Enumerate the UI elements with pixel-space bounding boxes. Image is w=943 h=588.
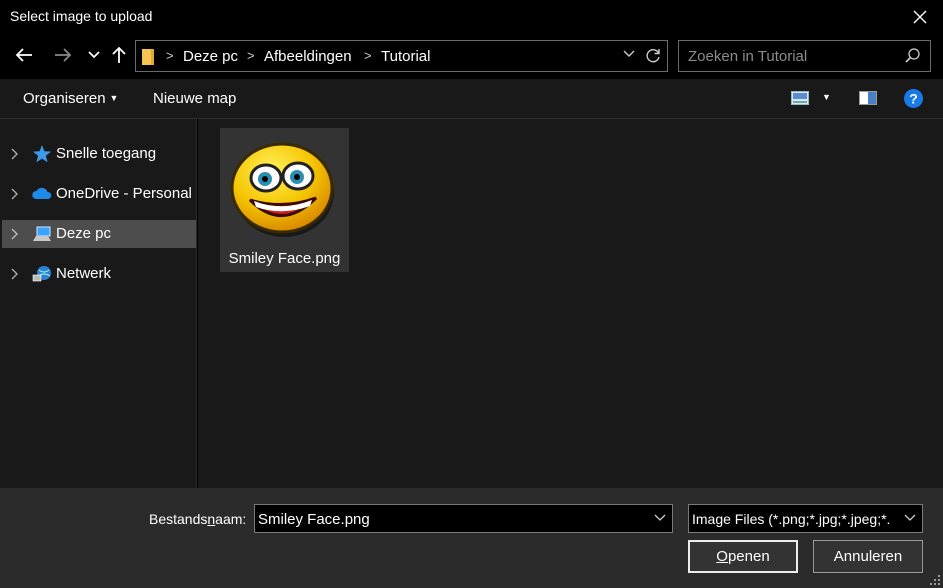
chevron-down-icon [88, 51, 100, 59]
breadcrumb-separator-icon: > [166, 48, 174, 63]
open-button[interactable]: Openen [688, 540, 798, 573]
breadcrumb-separator-icon: > [364, 48, 372, 63]
caret-down-icon: ▼ [109, 93, 119, 103]
help-button[interactable]: ? [904, 89, 923, 112]
preview-pane-icon [859, 91, 877, 105]
search-input[interactable] [688, 48, 898, 65]
file-type-select[interactable]: Image Files (*.png;*.jpg;*.jpeg;*. [688, 504, 923, 533]
view-dropdown-icon[interactable]: ▼ [822, 92, 831, 102]
search-box[interactable] [678, 40, 931, 72]
title-bar: Select image to upload [0, 0, 943, 33]
file-list-view: Smiley Face.png [198, 119, 943, 488]
chevron-right-icon[interactable] [11, 188, 19, 200]
sidebar-item-onedrive[interactable]: OneDrive - Personal [2, 180, 196, 208]
navigation-pane: Snelle toegang OneDrive - Personal Deze … [0, 119, 197, 488]
window-title: Select image to upload [10, 8, 153, 24]
recent-locations-button[interactable] [82, 43, 106, 67]
filename-input[interactable] [258, 511, 638, 528]
breadcrumb-tutorial[interactable]: Tutorial [381, 48, 430, 65]
resize-grip-icon[interactable] [929, 574, 941, 586]
address-bar[interactable]: > Deze pc > Afbeeldingen > Tutorial [135, 40, 668, 72]
chevron-down-icon[interactable] [654, 514, 666, 522]
chevron-right-icon[interactable] [11, 268, 19, 280]
cloud-icon [32, 187, 52, 199]
address-dropdown-icon[interactable] [623, 50, 635, 58]
file-item[interactable]: Smiley Face.png [220, 128, 349, 272]
forward-button[interactable] [51, 43, 75, 67]
sidebar-item-quick-access[interactable]: Snelle toegang [2, 140, 196, 168]
sidebar-item-label: Deze pc [56, 225, 112, 242]
breadcrumb-afbeeldingen[interactable]: Afbeeldingen [264, 48, 352, 65]
folder-icon [142, 49, 154, 65]
file-name-label: Smiley Face.png [228, 250, 341, 267]
chevron-right-icon[interactable] [11, 228, 19, 240]
svg-text:?: ? [909, 91, 918, 107]
cancel-button[interactable]: Annuleren [813, 540, 923, 573]
search-icon [905, 48, 920, 63]
view-options-icon [791, 91, 809, 105]
filename-combobox[interactable] [254, 504, 673, 533]
arrow-up-icon [112, 46, 126, 63]
back-button[interactable] [12, 43, 36, 67]
sidebar-item-label: Netwerk [56, 265, 112, 282]
sidebar-item-this-pc[interactable]: Deze pc [2, 220, 196, 248]
sidebar-item-label: OneDrive - Personal [56, 185, 192, 202]
arrow-right-icon [55, 48, 72, 62]
sidebar-item-network[interactable]: Netwerk [2, 260, 196, 288]
filename-label: Bestandsnaam: [149, 511, 247, 527]
command-toolbar: Organiseren ▼ Nieuwe map ▼ ? [0, 79, 943, 119]
close-button[interactable] [897, 0, 943, 33]
star-icon [33, 145, 51, 163]
chevron-down-icon [904, 514, 916, 521]
dialog-footer: Bestandsnaam: [0, 488, 943, 588]
organize-menu-button[interactable]: Organiseren ▼ [23, 90, 118, 107]
breadcrumb-deze-pc[interactable]: Deze pc [183, 48, 238, 65]
preview-pane-button[interactable] [859, 91, 877, 109]
computer-icon [33, 226, 51, 241]
up-button[interactable] [107, 43, 131, 67]
network-icon [32, 266, 51, 282]
close-icon [913, 10, 927, 23]
new-folder-button[interactable]: Nieuwe map [153, 90, 236, 107]
breadcrumb-separator-icon: > [247, 48, 255, 63]
refresh-icon[interactable] [644, 47, 662, 65]
smiley-thumbnail-icon [230, 142, 334, 237]
file-type-value: Image Files (*.png;*.jpg;*.jpeg;*. [692, 511, 891, 527]
sidebar-item-label: Snelle toegang [56, 145, 157, 162]
arrow-left-icon [15, 48, 32, 62]
chevron-right-icon[interactable] [11, 148, 19, 160]
help-icon: ? [904, 89, 923, 108]
change-view-button[interactable] [791, 91, 809, 109]
